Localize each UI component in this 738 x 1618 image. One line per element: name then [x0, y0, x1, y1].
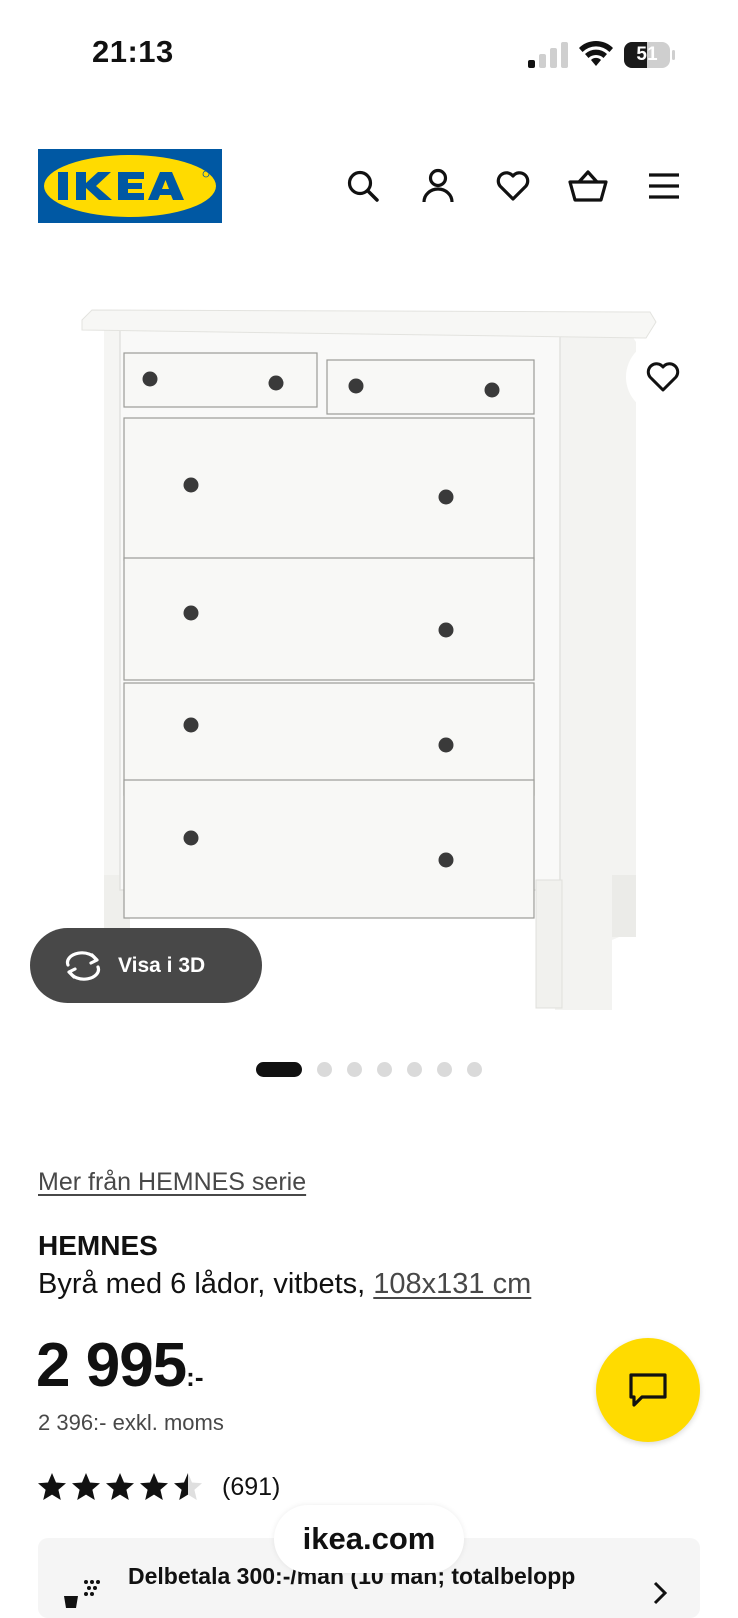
gallery-dot[interactable]: [347, 1062, 362, 1077]
payment-icon: [64, 1580, 100, 1608]
gallery-dot[interactable]: [317, 1062, 332, 1077]
ikea-logo[interactable]: [38, 149, 222, 223]
browser-url-bar[interactable]: ikea.com: [274, 1505, 464, 1573]
search-icon[interactable]: [343, 166, 383, 206]
gallery-dot[interactable]: [407, 1062, 422, 1077]
product-rating[interactable]: (691): [36, 1470, 280, 1504]
product-name: HEMNES: [38, 1230, 158, 1261]
rotate-3d-icon: [65, 950, 101, 981]
view-in-3d-button[interactable]: Visa i 3D: [30, 928, 262, 1003]
review-count: (691): [222, 1472, 281, 1501]
gallery-dot[interactable]: [467, 1062, 482, 1077]
price-suffix: :-: [186, 1362, 204, 1392]
star-icon: [72, 1473, 100, 1500]
chat-button[interactable]: [596, 1338, 700, 1442]
chevron-right-icon: [653, 1581, 668, 1605]
rating-stars: [36, 1471, 206, 1503]
gallery-dot[interactable]: [377, 1062, 392, 1077]
star-icon: [174, 1473, 202, 1500]
dimensions-link[interactable]: 108x131 cm: [373, 1268, 531, 1300]
cart-icon[interactable]: [568, 166, 608, 206]
view-in-3d-label: Visa i 3D: [118, 953, 206, 977]
product-description-text: Byrå med 6 lådor, vitbets,: [38, 1268, 374, 1300]
series-link[interactable]: Mer från HEMNES serie: [38, 1168, 306, 1197]
heart-icon[interactable]: [493, 166, 533, 206]
star-icon: [140, 1473, 168, 1500]
heart-icon: [646, 362, 680, 392]
price-value: 2 995: [36, 1331, 187, 1400]
user-icon[interactable]: [418, 166, 458, 206]
cellular-signal-icon: [528, 42, 568, 68]
battery-icon: 51: [624, 42, 676, 68]
status-time: 21:13: [92, 34, 174, 69]
wifi-icon: [579, 40, 613, 66]
star-icon: [106, 1473, 134, 1500]
status-bar: 21:13 51: [0, 0, 738, 110]
gallery-dot[interactable]: [256, 1062, 302, 1077]
chat-icon: [629, 1373, 667, 1407]
favorite-button[interactable]: [626, 340, 700, 414]
product-image[interactable]: [0, 290, 738, 1030]
battery-percent: 51: [636, 44, 658, 65]
gallery-dot[interactable]: [437, 1062, 452, 1077]
star-icon: [38, 1473, 66, 1500]
product-price: 2 995:-: [36, 1330, 203, 1401]
menu-icon[interactable]: [644, 166, 684, 206]
price-excl-vat: 2 396:- exkl. moms: [38, 1410, 224, 1435]
product-description: Byrå med 6 lådor, vitbets, 108x131 cm: [38, 1268, 531, 1301]
